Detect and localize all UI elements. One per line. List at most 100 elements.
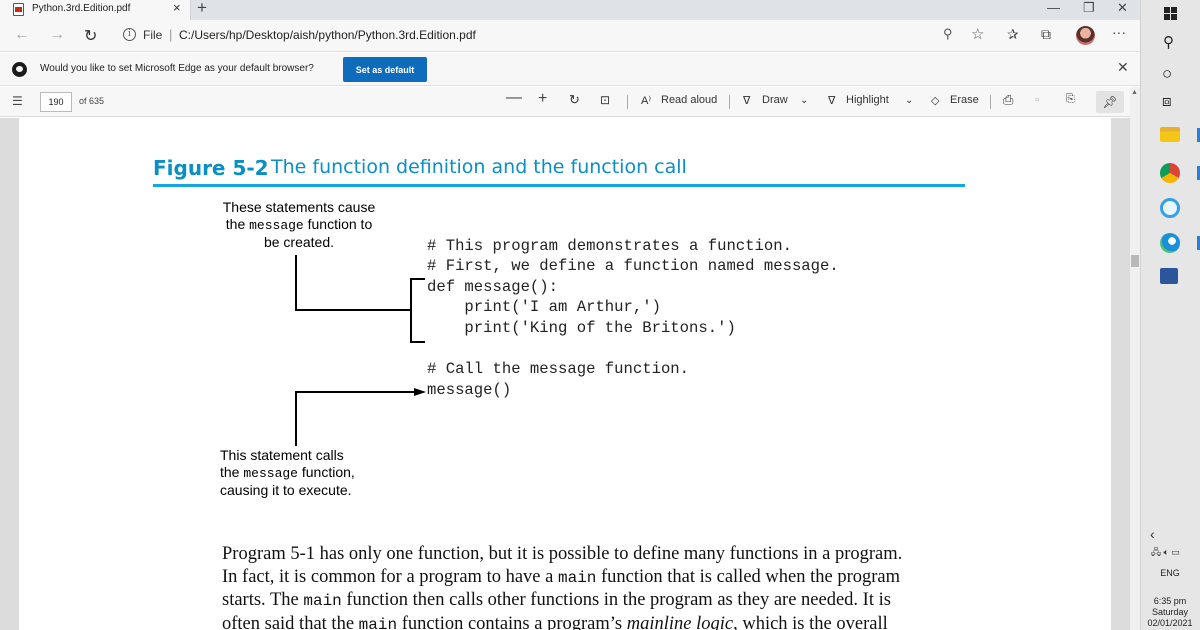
word-icon[interactable] [1160, 268, 1178, 284]
refresh-icon[interactable]: ↻ [84, 26, 97, 46]
read-aloud-icon[interactable]: A⁾ [641, 94, 651, 107]
language-indicator[interactable]: ENG [1140, 568, 1200, 578]
address-bar: ← → ↻ i File | C:/Users/hp/Desktop/aish/… [0, 20, 1140, 52]
toolbar-divider [627, 95, 628, 109]
callout-definition: These statements cause the message funct… [209, 199, 389, 251]
more-icon[interactable]: ··· [1112, 24, 1126, 40]
clock-day: Saturday [1151, 607, 1189, 617]
body-paragraph: Program 5-1 has only one function, but i… [222, 543, 1002, 630]
info-icon[interactable]: i [123, 28, 136, 41]
callout-text: function, [297, 464, 355, 480]
edge-icon[interactable] [1160, 233, 1180, 253]
pin-toolbar-icon[interactable]: 📌︎ [1096, 91, 1124, 113]
clock-time: 6:35 pm [1153, 596, 1187, 606]
paragraph-line: In fact, it is common for a program to h… [222, 566, 1002, 590]
scrollbar-thumb[interactable] [1131, 255, 1139, 267]
callout-line: This statement calls [220, 447, 344, 463]
table-of-contents-icon[interactable]: ☰ [12, 94, 23, 108]
erase-button[interactable]: Erase [950, 94, 979, 106]
code-line: def message(): [427, 278, 559, 296]
callout-line: These statements cause [222, 199, 376, 215]
profile-avatar[interactable] [1076, 26, 1095, 45]
paragraph-text: , which is the overall [733, 614, 888, 630]
code-line: # Call the message function. [427, 360, 690, 378]
edge-logo-icon [12, 62, 27, 77]
erase-icon[interactable]: ◇ [931, 94, 939, 107]
system-tray-icons[interactable]: 🖧︎ 🔈︎ ▭ [1151, 545, 1180, 561]
code-line: message() [427, 381, 512, 399]
paragraph-line: Program 5-1 has only one function, but i… [222, 544, 903, 564]
close-window-button[interactable]: ✕ [1117, 0, 1128, 16]
highlight-button[interactable]: Highlight [846, 94, 889, 106]
chrome-icon[interactable] [1160, 163, 1180, 183]
task-view-icon[interactable]: ⧈ [1162, 93, 1172, 110]
pdf-page: Figure 5-2 The function definition and t… [19, 118, 1111, 630]
draw-icon[interactable]: ∇ [743, 94, 750, 107]
code-line: print('King of the Britons.') [427, 319, 736, 337]
paragraph-text: starts. The [222, 590, 304, 611]
callout-text: function to [303, 216, 373, 232]
cortana-icon[interactable]: ○ [1162, 64, 1172, 84]
url-text[interactable]: C:/Users/hp/Desktop/aish/python/Python.3… [179, 28, 476, 42]
paragraph-code: main [358, 616, 398, 630]
search-icon[interactable]: ⚲ [1163, 33, 1174, 51]
new-tab-button[interactable]: + [197, 0, 207, 18]
back-icon[interactable]: ← [14, 26, 30, 44]
windows-start-icon[interactable] [1164, 7, 1177, 20]
scrollbar[interactable] [1130, 87, 1140, 630]
code-line: # This program demonstrates a function. [427, 237, 792, 255]
default-browser-prompt: Would you like to set Microsoft Edge as … [0, 53, 1140, 86]
figure-rule [153, 184, 965, 187]
forward-icon[interactable]: → [49, 26, 65, 44]
fit-page-icon[interactable]: ⊡ [600, 93, 610, 107]
connector-line [295, 391, 297, 446]
show-hidden-icons-chevron-icon[interactable]: ‹ [1150, 526, 1155, 542]
restore-button[interactable]: ❐ [1083, 0, 1095, 16]
code-line: print('I am Arthur,') [427, 298, 661, 316]
collections-icon[interactable]: ⧉ [1041, 26, 1051, 43]
page-number-input[interactable] [40, 92, 72, 112]
highlight-chevron-down-icon[interactable]: ⌄ [905, 95, 913, 106]
connector-line [295, 255, 297, 310]
scroll-up-icon[interactable]: ▲ [1131, 89, 1138, 96]
callout-line: be created. [263, 234, 335, 250]
prompt-close-icon[interactable]: ✕ [1117, 59, 1129, 76]
paragraph-line: often said that the main function contai… [222, 613, 1002, 630]
pdf-toolbar: ☰ of 635 — + ↻ ⊡ A⁾ Read aloud ∇ Draw ⌄ … [0, 87, 1140, 117]
read-aloud-button[interactable]: Read aloud [661, 94, 717, 106]
toolbar-divider [990, 95, 991, 109]
save-icon[interactable]: ▫ [1035, 94, 1039, 106]
save-as-icon[interactable]: ⎘ [1066, 93, 1075, 106]
clock[interactable]: 6:35 pm Saturday 02/01/2021 [1140, 596, 1200, 629]
arrow-line [295, 391, 415, 393]
minimize-button[interactable]: — [1047, 0, 1060, 15]
page-total: of 635 [79, 96, 105, 106]
browser-tab[interactable]: Python.3rd.Edition.pdf × [0, 0, 191, 20]
url-field[interactable]: i File | C:/Users/hp/Desktop/aish/python… [113, 24, 995, 48]
print-icon[interactable]: ⎙ [1003, 92, 1013, 108]
bracket-line [410, 278, 425, 280]
set-as-default-button[interactable]: Set as default [343, 57, 427, 82]
internet-explorer-icon[interactable] [1160, 198, 1180, 218]
rotate-icon[interactable]: ↻ [569, 92, 580, 108]
paragraph-code: main [303, 592, 342, 611]
tab-close-icon[interactable]: × [173, 0, 181, 15]
favorites-icon[interactable]: ✰ [1007, 26, 1019, 43]
url-separator: | [169, 27, 173, 42]
toolbar-divider [729, 95, 730, 109]
figure-caption: The function definition and the function… [271, 156, 687, 178]
zoom-icon[interactable]: ⚲ [943, 26, 953, 42]
zoom-out-button[interactable]: — [506, 89, 522, 107]
draw-button[interactable]: Draw [762, 94, 788, 106]
paragraph-text: In fact, it is common for a program to h… [222, 566, 558, 587]
paragraph-italic: mainline logic [626, 614, 734, 630]
file-explorer-icon[interactable] [1160, 127, 1180, 142]
draw-chevron-down-icon[interactable]: ⌄ [800, 95, 808, 106]
zoom-in-button[interactable]: + [538, 90, 547, 108]
callout-text: the [225, 216, 250, 232]
bracket-line [410, 278, 412, 343]
highlight-icon[interactable]: ∇ [828, 94, 835, 107]
callout-call: This statement calls the message functio… [220, 447, 420, 499]
code-line: # First, we define a function named mess… [427, 257, 839, 275]
favorite-star-icon[interactable]: ☆ [971, 25, 984, 43]
